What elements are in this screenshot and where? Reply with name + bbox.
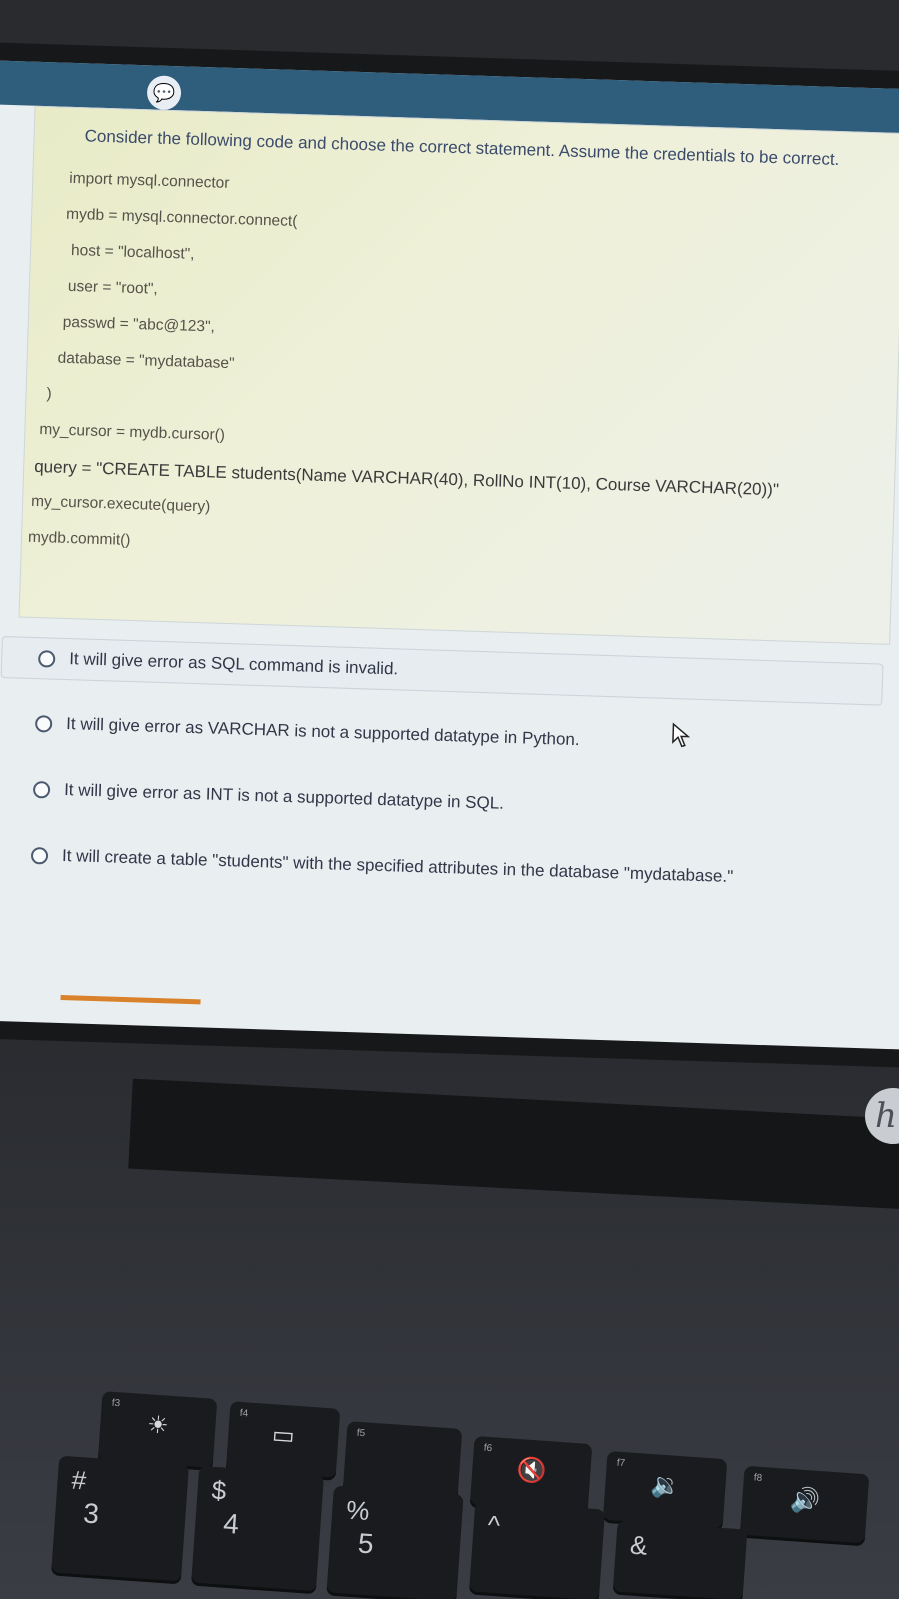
code-line: ): [46, 385, 52, 403]
radio-button[interactable]: [34, 714, 53, 733]
key-6[interactable]: ^: [468, 1500, 606, 1599]
code-line: database = "mydatabase": [57, 349, 235, 373]
mouse-pointer-icon: [672, 722, 691, 748]
key-symbol: ^: [486, 1509, 502, 1541]
code-line: host = "localhost",: [70, 241, 195, 263]
question-prompt: Consider the following code and choose t…: [84, 126, 840, 170]
radio-button[interactable]: [30, 846, 49, 865]
key-digit: 3: [82, 1497, 101, 1530]
chat-bubble-icon[interactable]: 💬: [146, 75, 182, 111]
brightness-icon: ☀: [146, 1411, 170, 1440]
code-line: query = "CREATE TABLE students(Name VARC…: [33, 456, 780, 500]
radio-button[interactable]: [32, 780, 51, 799]
option-2[interactable]: It will give error as VARCHAR is not a s…: [0, 702, 879, 770]
key-symbol: $: [210, 1474, 228, 1506]
key-fn-label: f5: [356, 1427, 366, 1440]
key-f7[interactable]: f7 🔉: [602, 1450, 728, 1532]
option-label: It will give error as SQL command is inv…: [68, 649, 399, 679]
key-symbol: #: [70, 1464, 88, 1496]
volume-up-icon: 🔊: [789, 1486, 821, 1516]
code-line: my_cursor = mydb.cursor(): [39, 421, 226, 444]
option-label: It will create a table "students" with t…: [61, 845, 734, 887]
option-4[interactable]: It will create a table "students" with t…: [0, 834, 875, 902]
volume-down-icon: 🔉: [649, 1471, 682, 1501]
option-1[interactable]: It will give error as SQL command is inv…: [0, 635, 884, 706]
question-card: Consider the following code and choose t…: [18, 105, 899, 645]
option-label: It will give error as VARCHAR is not a s…: [65, 714, 580, 750]
code-line: import mysql.connector: [69, 169, 230, 192]
key-digit: 4: [222, 1507, 241, 1540]
display-icon: ▭: [271, 1421, 296, 1450]
photo-scene: 💬 Consider the following code and choose…: [0, 0, 899, 1599]
key-7[interactable]: &: [612, 1520, 748, 1599]
mute-icon: 🔇: [515, 1456, 548, 1486]
code-line: mydb = mysql.connector.connect(: [65, 205, 298, 231]
key-5[interactable]: % 5: [326, 1485, 464, 1599]
radio-button[interactable]: [37, 649, 56, 668]
key-digit: 5: [356, 1527, 375, 1560]
option-3[interactable]: It will give error as INT is not a suppo…: [0, 768, 877, 836]
key-4[interactable]: $ 4: [190, 1465, 325, 1595]
progress-bar: [60, 994, 201, 1005]
option-label: It will give error as INT is not a suppo…: [63, 780, 505, 813]
key-3[interactable]: # 3: [50, 1455, 190, 1585]
key-f8[interactable]: f8 🔊: [739, 1465, 870, 1547]
code-line: my_cursor.execute(query): [30, 492, 211, 516]
laptop-screen: 💬 Consider the following code and choose…: [0, 60, 899, 1050]
code-line: user = "root",: [67, 277, 158, 298]
code-line: passwd = "abc@123",: [62, 313, 216, 336]
code-line: mydb.commit(): [27, 528, 131, 549]
laptop-hinge: [128, 1078, 899, 1212]
key-symbol: &: [629, 1529, 649, 1561]
key-symbol: %: [345, 1494, 371, 1527]
